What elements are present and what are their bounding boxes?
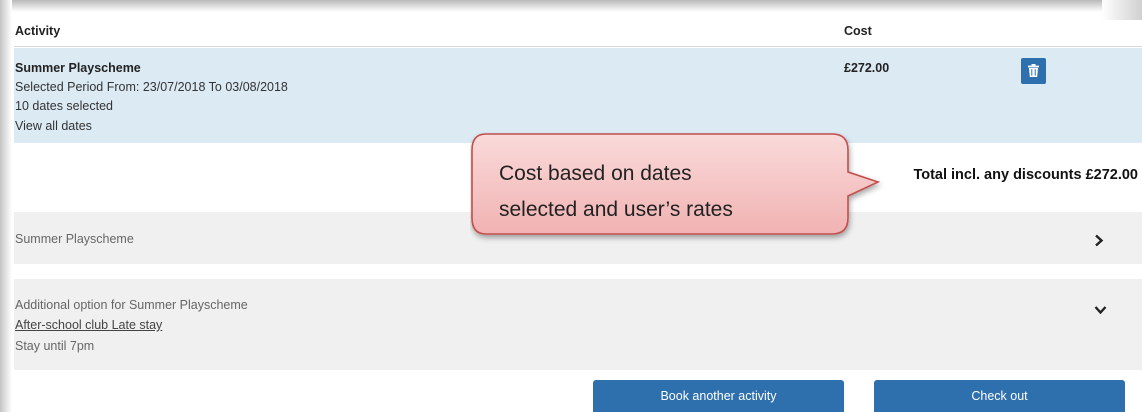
panel-title: Additional option for Summer Playscheme [15, 298, 248, 312]
table-header: Activity Cost [14, 18, 1142, 47]
late-stay-option-link[interactable]: After-school club Late stay [15, 318, 162, 332]
callout-annotation: Cost based on dates selected and user’s … [470, 132, 890, 332]
callout-text: Cost based on dates selected and user’s … [499, 156, 859, 228]
delete-booking-button[interactable] [1021, 58, 1046, 84]
callout-line-1: Cost based on dates [499, 162, 692, 185]
booking-period: Selected Period From: 23/07/2018 To 03/0… [15, 80, 288, 94]
late-stay-note: Stay until 7pm [15, 339, 95, 353]
chevron-down-icon[interactable] [1094, 305, 1107, 315]
booking-dates-count: 10 dates selected [15, 99, 113, 113]
screenshot-frame-left [0, 0, 12, 412]
view-all-dates-link[interactable]: View all dates [15, 119, 92, 133]
chevron-right-icon[interactable] [1094, 234, 1104, 247]
trash-icon [1028, 64, 1039, 77]
callout-line-2: selected and user’s rates [499, 198, 733, 221]
screenshot-frame-top [0, 0, 1142, 12]
total-incl-discounts: Total incl. any discounts £272.00 [913, 167, 1138, 183]
screenshot-frame-corner [1102, 0, 1142, 20]
booking-cost: £272.00 [844, 61, 890, 75]
booking-title: Summer Playscheme [15, 61, 141, 75]
check-out-button[interactable]: Check out [874, 380, 1125, 412]
column-header-cost: Cost [844, 24, 872, 38]
column-header-activity: Activity [15, 24, 61, 38]
panel-title: Summer Playscheme [15, 232, 134, 246]
book-another-activity-button[interactable]: Book another activity [593, 380, 844, 412]
booking-row: Summer Playscheme Selected Period From: … [14, 48, 1142, 143]
